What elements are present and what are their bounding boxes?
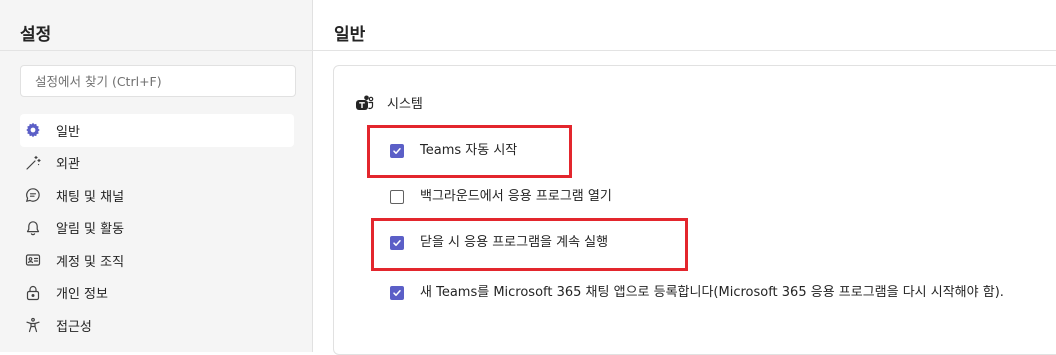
page-title: 일반 — [334, 25, 366, 45]
checkbox-open-background[interactable] — [390, 190, 404, 204]
sidebar-divider — [0, 50, 313, 51]
bell-icon — [24, 219, 42, 237]
gear-icon — [24, 121, 42, 139]
search-input[interactable] — [21, 66, 295, 96]
settings-nav: 일반 외관 채팅 및 채널 알림 및 활동 계정 및 조직 개인 정보 접근성 — [20, 114, 294, 342]
sidebar-item-general[interactable]: 일반 — [20, 114, 294, 147]
sidebar-item-accessibility[interactable]: 접근성 — [20, 309, 294, 342]
accessibility-icon — [24, 316, 42, 334]
option-label: 새 Teams를 Microsoft 365 채팅 앱으로 등록합니다(Micr… — [420, 285, 1004, 300]
magic-wand-icon — [24, 154, 42, 172]
checkbox-register-chat-app[interactable] — [390, 286, 404, 300]
checkbox-keep-running[interactable] — [390, 236, 404, 250]
sidebar-item-label: 외관 — [56, 157, 80, 173]
sidebar-item-account[interactable]: 계정 및 조직 — [20, 244, 294, 277]
lock-icon — [24, 284, 42, 302]
header-divider — [313, 50, 1056, 51]
sidebar-item-label: 개인 정보 — [56, 287, 108, 303]
check-icon — [393, 290, 401, 296]
sidebar-title: 설정 — [20, 25, 52, 45]
sidebar-item-privacy[interactable]: 개인 정보 — [20, 277, 294, 310]
settings-sidebar: 설정 일반 외관 채팅 및 채널 알림 및 활동 — [0, 0, 313, 352]
id-card-icon — [24, 251, 42, 269]
section-label: 시스템 — [387, 97, 423, 112]
sidebar-item-notifications[interactable]: 알림 및 활동 — [20, 212, 294, 245]
option-auto-start[interactable]: Teams 자동 시작 — [390, 141, 517, 161]
option-label: 닫을 시 응용 프로그램을 계속 실행 — [420, 235, 609, 250]
option-label: 백그라운드에서 응용 프로그램 열기 — [420, 189, 612, 204]
sidebar-item-label: 계정 및 조직 — [56, 254, 125, 270]
sidebar-item-chat[interactable]: 채팅 및 채널 — [20, 179, 294, 212]
sidebar-item-label: 알림 및 활동 — [56, 222, 125, 238]
settings-search[interactable] — [20, 65, 296, 97]
sidebar-item-label: 일반 — [56, 124, 80, 140]
option-open-background[interactable]: 백그라운드에서 응용 프로그램 열기 — [390, 187, 612, 207]
section-header-system: 시스템 — [354, 93, 423, 112]
sidebar-item-appearance[interactable]: 외관 — [20, 147, 294, 180]
option-keep-running[interactable]: 닫을 시 응용 프로그램을 계속 실행 — [390, 233, 608, 253]
chat-icon — [24, 186, 42, 204]
settings-card — [333, 65, 1056, 355]
option-register-chat-app[interactable]: 새 Teams를 Microsoft 365 채팅 앱으로 등록합니다(Micr… — [390, 283, 1030, 303]
teams-icon — [354, 94, 374, 112]
check-icon — [393, 148, 401, 154]
check-icon — [393, 240, 401, 246]
checkbox-auto-start[interactable] — [390, 144, 404, 158]
sidebar-item-label: 접근성 — [56, 319, 92, 335]
sidebar-item-label: 채팅 및 채널 — [56, 189, 125, 205]
option-label: Teams 자동 시작 — [420, 143, 518, 158]
